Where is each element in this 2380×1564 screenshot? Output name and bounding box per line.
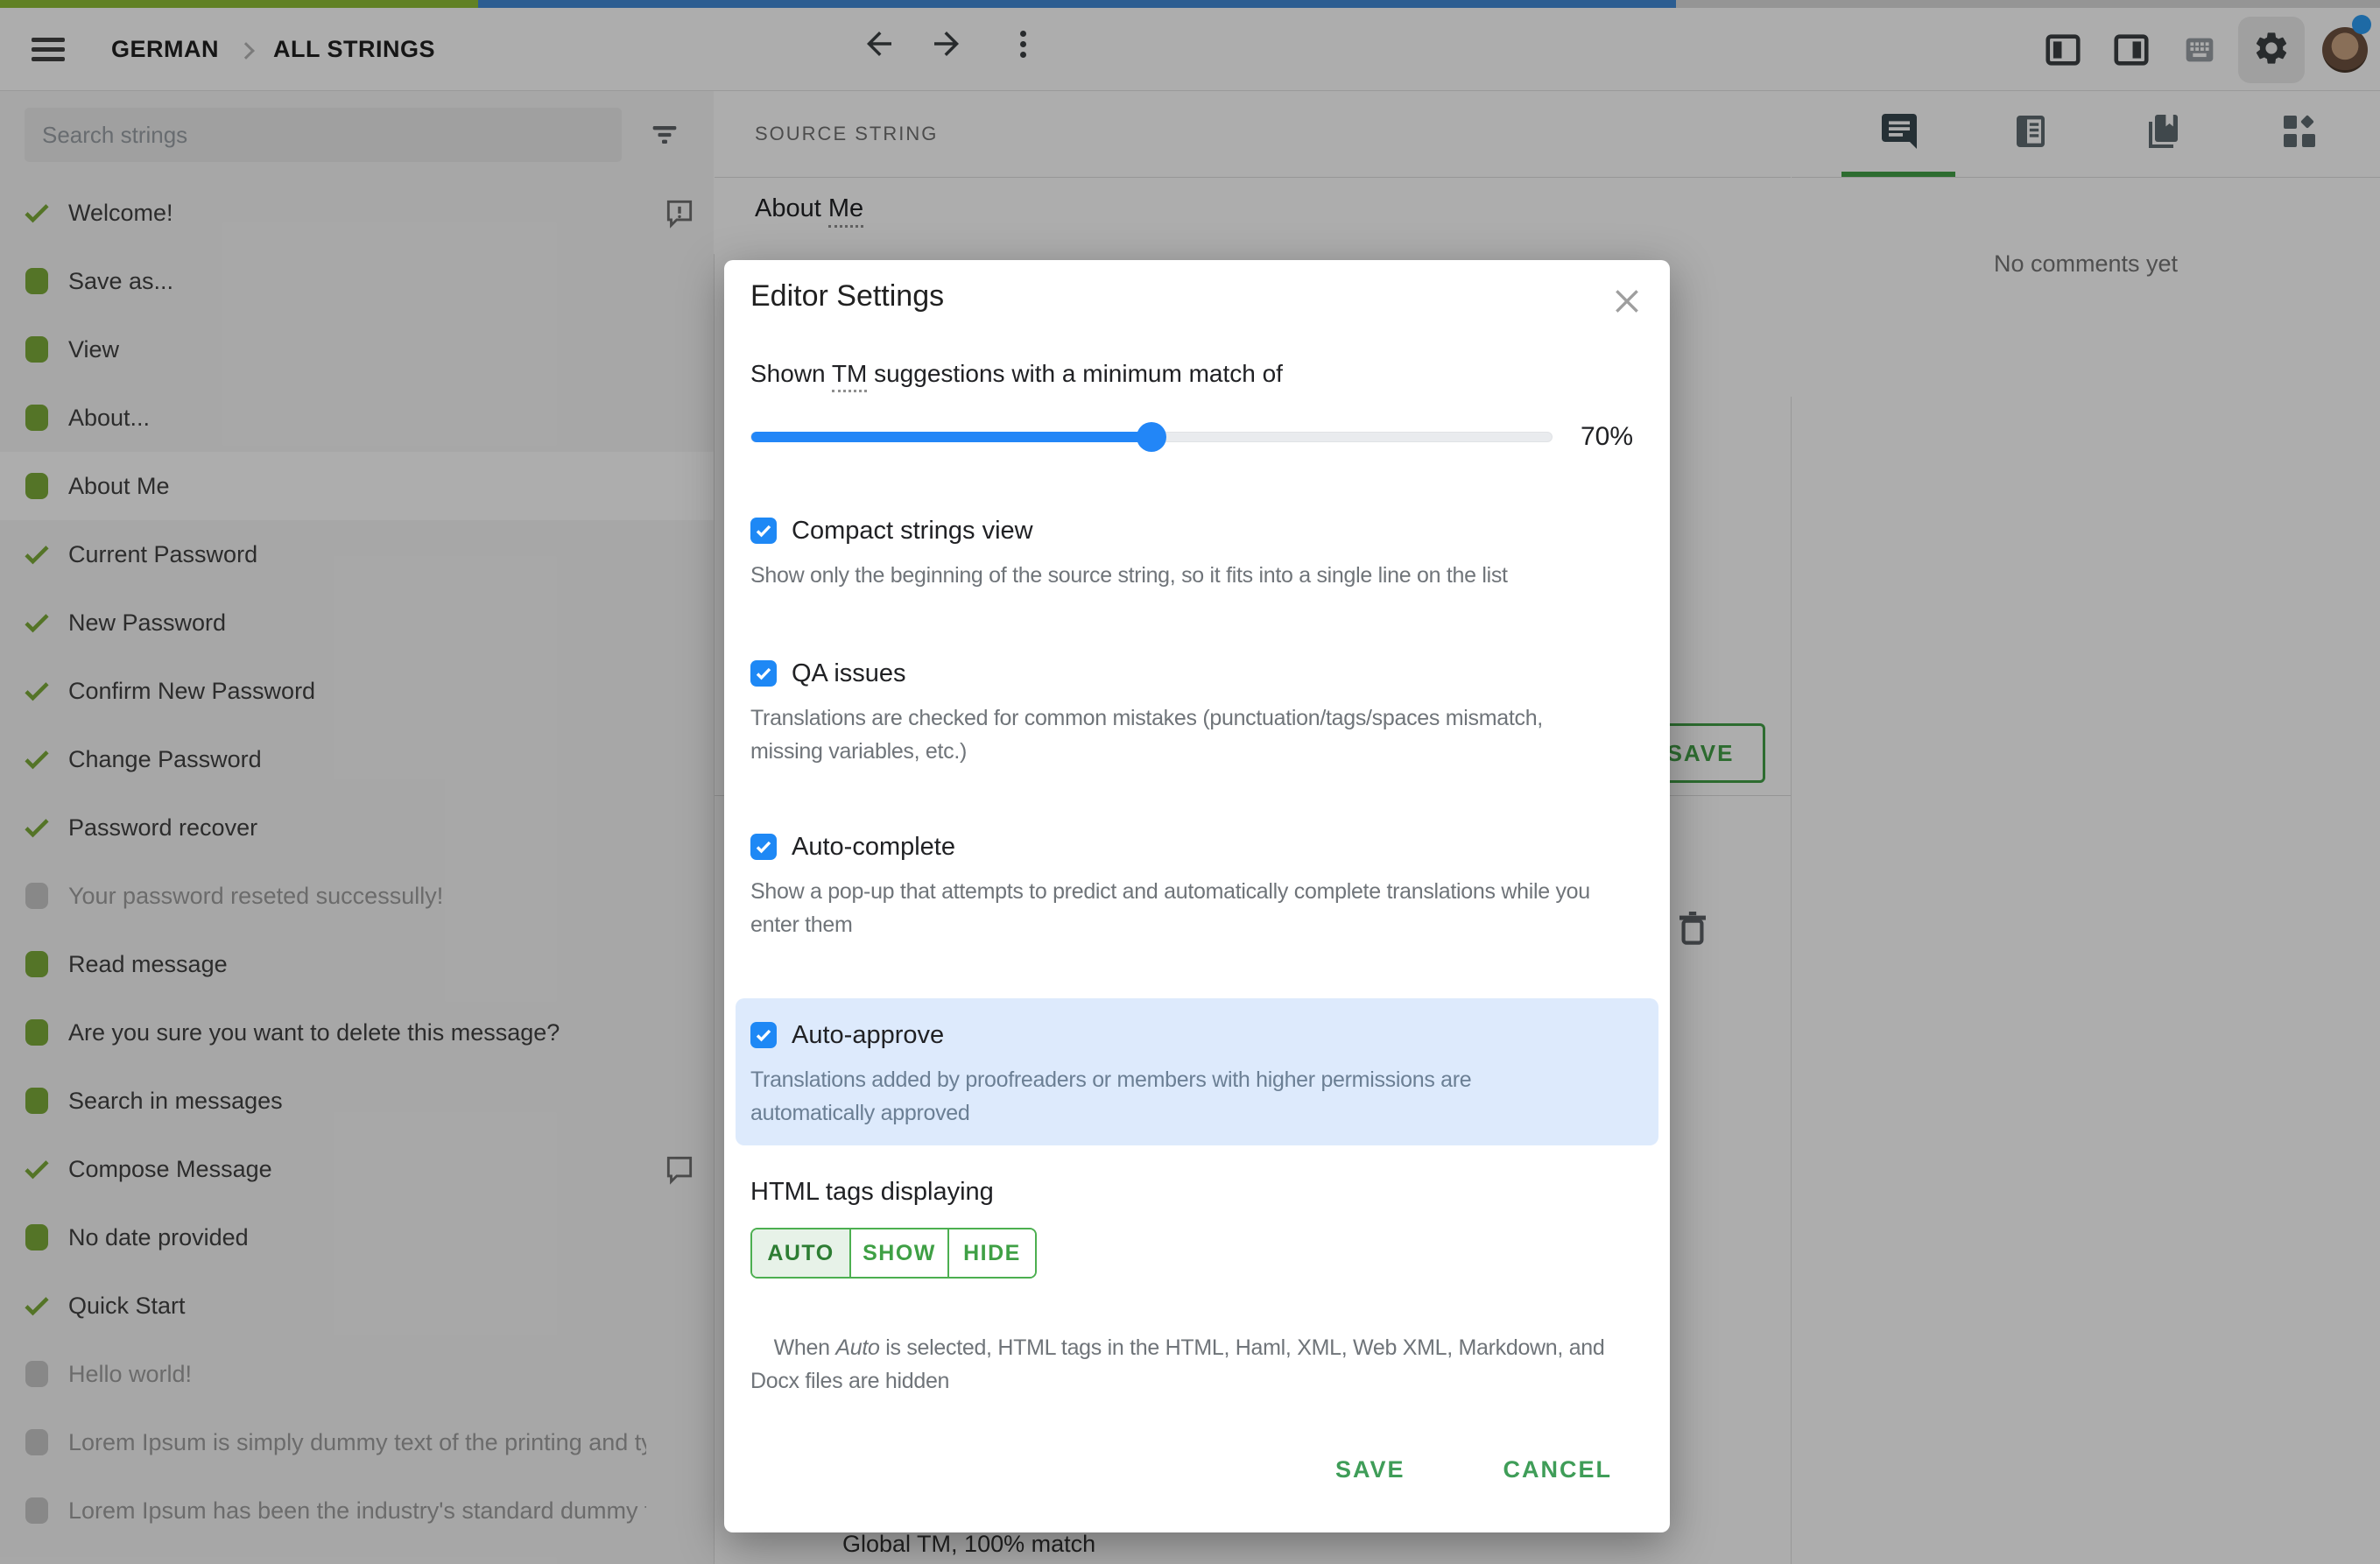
tm-match-label: Shown TM suggestions with a minimum matc… bbox=[750, 360, 1283, 392]
tm-label-suffix: suggestions with a minimum match of bbox=[867, 360, 1283, 387]
dialog-title: Editor Settings bbox=[750, 279, 945, 313]
close-icon[interactable] bbox=[1607, 281, 1647, 321]
tm-match-slider-row: 70% bbox=[750, 411, 1644, 463]
checkbox-checked[interactable] bbox=[750, 834, 777, 860]
html-desc-auto: Auto bbox=[835, 1335, 880, 1360]
cancel-button[interactable]: CANCEL bbox=[1489, 1444, 1627, 1495]
slider-thumb[interactable] bbox=[1137, 422, 1166, 452]
html-tags-show-button[interactable]: SHOW bbox=[849, 1229, 947, 1277]
option-compact-strings: Compact strings view Show only the begin… bbox=[750, 514, 1644, 592]
checkbox-checked[interactable] bbox=[750, 660, 777, 687]
option-description: Translations added by proofreaders or me… bbox=[750, 1067, 1472, 1125]
option-label[interactable]: Compact strings view bbox=[792, 517, 1033, 546]
option-label[interactable]: QA issues bbox=[792, 659, 906, 688]
html-tags-hide-button[interactable]: HIDE bbox=[947, 1229, 1035, 1277]
checkbox-checked[interactable] bbox=[750, 518, 777, 544]
option-auto-complete: Auto-complete Show a pop-up that attempt… bbox=[750, 830, 1644, 941]
option-label[interactable]: Auto-approve bbox=[792, 1021, 944, 1050]
html-tags-auto-button[interactable]: AUTO bbox=[752, 1229, 849, 1277]
checkbox-checked[interactable] bbox=[750, 1022, 777, 1048]
option-description: Show a pop-up that attempts to predict a… bbox=[750, 879, 1590, 937]
save-button[interactable]: SAVE bbox=[1321, 1444, 1419, 1495]
html-desc-prefix: When bbox=[773, 1335, 836, 1360]
option-description: Show only the beginning of the source st… bbox=[750, 563, 1508, 588]
tm-label-prefix: Shown bbox=[750, 360, 832, 387]
html-tags-description: When Auto is selected, HTML tags in the … bbox=[750, 1298, 1605, 1431]
option-description: Translations are checked for common mist… bbox=[750, 706, 1543, 764]
option-qa-issues: QA issues Translations are checked for c… bbox=[750, 657, 1644, 768]
html-tags-segmented-control: AUTO SHOW HIDE bbox=[750, 1228, 1037, 1279]
editor-settings-dialog: Editor Settings Shown TM suggestions wit… bbox=[724, 260, 1670, 1532]
tm-abbreviation[interactable]: TM bbox=[831, 360, 868, 392]
html-tags-heading: HTML tags displaying bbox=[750, 1178, 994, 1206]
slider-fill bbox=[751, 432, 1151, 442]
option-label[interactable]: Auto-complete bbox=[792, 833, 955, 862]
tm-match-slider[interactable] bbox=[750, 422, 1553, 452]
tm-match-value: 70% bbox=[1581, 422, 1634, 451]
dialog-footer: SAVE CANCEL bbox=[1321, 1444, 1626, 1495]
option-auto-approve-highlighted: Auto-approve Translations added by proof… bbox=[736, 998, 1658, 1145]
